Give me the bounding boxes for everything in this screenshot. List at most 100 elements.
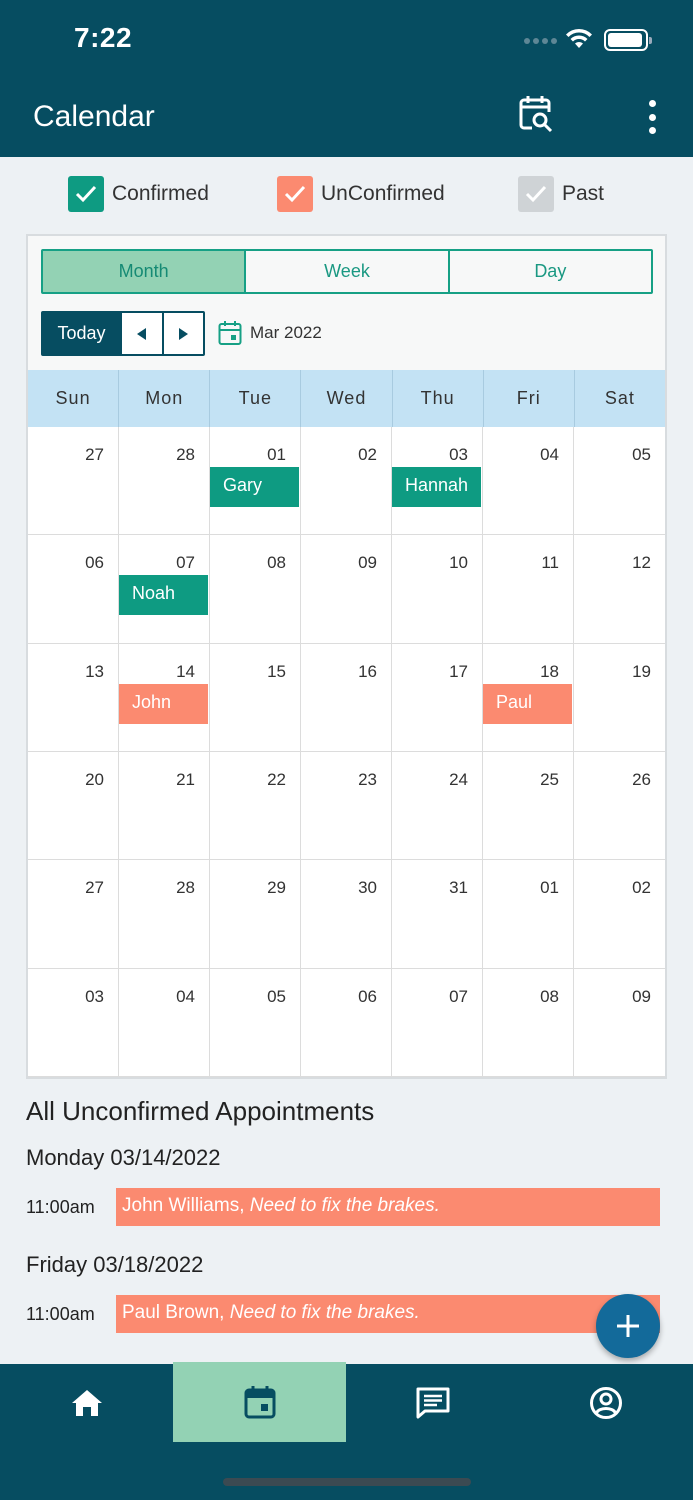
unconfirmed-section-title: All Unconfirmed Appointments <box>26 1096 375 1126</box>
calendar-icon <box>218 321 242 345</box>
checkbox-confirmed[interactable] <box>68 176 104 212</box>
prev-button[interactable] <box>120 313 162 354</box>
wifi-icon <box>566 28 592 48</box>
calendar-day-cell[interactable]: 08 <box>210 535 301 644</box>
legend-past[interactable]: Past <box>518 176 604 212</box>
status-time: 7:22 <box>74 22 133 53</box>
day-number: 04 <box>176 986 195 1006</box>
next-button[interactable] <box>161 313 203 354</box>
calendar-day-cell[interactable]: 16 <box>301 643 392 752</box>
checkbox-past[interactable] <box>518 176 554 212</box>
calendar-day-cell[interactable]: 01 <box>483 860 574 969</box>
day-number: 06 <box>358 986 377 1006</box>
calendar-day-cell[interactable]: 07 Noah <box>119 535 210 644</box>
calendar-day-cell[interactable]: 01 Gary <box>210 427 301 536</box>
calendar-day-cell[interactable]: 03 <box>28 968 119 1077</box>
tab-profile[interactable] <box>519 1364 692 1442</box>
legend-label: Past <box>562 182 605 205</box>
legend-unconfirmed[interactable]: UnConfirmed <box>277 176 445 212</box>
calendar-day-cell[interactable]: 22 <box>210 752 301 861</box>
day-number: 20 <box>85 770 104 789</box>
day-number: 05 <box>632 445 651 464</box>
calendar-day-cell[interactable]: 05 <box>574 427 665 536</box>
weekday-header: Sun Mon Tue Wed Thu Fri Sat <box>28 370 665 427</box>
calendar-event[interactable]: Noah <box>119 575 208 616</box>
view-switcher: Month Week Day <box>41 249 653 294</box>
calendar-day-cell[interactable]: 23 <box>301 752 392 861</box>
calendar-event[interactable]: Hannah <box>392 467 481 507</box>
calendar-day-cell[interactable]: 20 <box>28 752 119 861</box>
calendar-icon <box>244 1386 275 1419</box>
weekday-label: Tue <box>210 370 302 427</box>
calendar-day-cell[interactable]: 03 Hannah <box>392 427 483 536</box>
more-options-icon[interactable] <box>640 100 664 134</box>
calendar-event[interactable]: John <box>119 683 208 724</box>
chevron-left-icon <box>136 327 146 340</box>
calendar-day-cell[interactable]: 26 <box>574 752 665 861</box>
checkbox-unconfirmed[interactable] <box>277 176 313 212</box>
calendar-day-cell[interactable]: 13 <box>28 643 119 752</box>
calendar-day-cell[interactable]: 27 <box>28 860 119 969</box>
calendar-day-cell[interactable]: 06 <box>301 968 392 1077</box>
calendar-day-cell[interactable]: 21 <box>119 752 210 861</box>
calendar-day-cell[interactable]: 19 <box>574 644 665 752</box>
calendar-day-cell[interactable]: 31 <box>392 860 483 969</box>
day-number: 23 <box>358 770 377 789</box>
calendar-day-cell[interactable]: 27 <box>28 427 119 536</box>
month-picker[interactable]: Mar 2022 <box>218 320 322 346</box>
calendar-day-cell[interactable]: 28 <box>119 860 210 969</box>
day-number: 27 <box>85 445 104 464</box>
calendar-day-cell[interactable]: 04 <box>119 968 210 1077</box>
calendar-day-cell[interactable]: 18 Paul <box>483 643 574 752</box>
home-indicator <box>223 1478 471 1486</box>
calendar-day-cell[interactable]: 12 <box>574 535 665 644</box>
calendar-day-cell[interactable]: 09 <box>301 535 392 644</box>
calendar-day-cell[interactable]: 02 <box>301 427 392 536</box>
weekday-label: Mon <box>119 370 211 427</box>
page-title: Calendar <box>33 100 155 133</box>
calendar-day-cell[interactable]: 30 <box>301 860 392 969</box>
day-number: 29 <box>267 878 286 898</box>
tab-home[interactable] <box>0 1364 173 1442</box>
calendar-day-cell[interactable]: 08 <box>483 968 574 1077</box>
today-button[interactable]: Today <box>43 313 120 354</box>
tab-day[interactable]: Day <box>450 251 651 292</box>
add-appointment-button[interactable] <box>596 1294 660 1358</box>
legend-confirmed[interactable]: Confirmed <box>68 176 209 212</box>
calendar-event[interactable]: Paul <box>483 683 572 724</box>
weekday-label: Sat <box>604 388 635 408</box>
day-number: 28 <box>176 445 195 464</box>
day-number: 03 <box>449 445 468 464</box>
calendar-day-cell[interactable]: 05 <box>210 968 301 1077</box>
calendar-event[interactable]: Gary <box>210 467 299 507</box>
day-number: 28 <box>176 878 195 898</box>
calendar-day-cell[interactable]: 09 <box>574 969 665 1077</box>
calendar-day-cell[interactable]: 02 <box>574 860 665 969</box>
calendar-day-cell[interactable]: 14 John <box>119 643 210 752</box>
day-number: 30 <box>358 878 377 898</box>
calendar-search-icon[interactable] <box>518 94 556 134</box>
tab-week[interactable]: Week <box>246 251 450 292</box>
calendar-day-cell[interactable]: 29 <box>210 860 301 969</box>
calendar-day-cell[interactable]: 25 <box>483 752 574 861</box>
tab-month[interactable]: Month <box>43 251 247 292</box>
appointment-item[interactable]: Paul Brown, Need to fix the brakes. <box>116 1295 660 1333</box>
calendar-day-cell[interactable]: 15 <box>210 643 301 752</box>
calendar-day-cell[interactable]: 04 <box>483 427 574 536</box>
calendar-day-cell[interactable]: 24 <box>392 752 483 861</box>
calendar-day-cell[interactable]: 11 <box>483 535 574 644</box>
calendar-day-cell[interactable]: 07 <box>392 968 483 1077</box>
day-number: 09 <box>632 986 651 1006</box>
calendar-day-cell[interactable]: 28 <box>119 427 210 536</box>
calendar-day-cell[interactable]: 10 <box>392 535 483 644</box>
day-number: 31 <box>449 878 468 898</box>
calendar-day-cell[interactable]: 17 <box>392 643 483 752</box>
calendar-toolbar: Month Week Day Today Mar 2022 <box>28 236 665 370</box>
day-number: 05 <box>267 986 286 1006</box>
legend-label: UnConfirmed <box>321 182 445 205</box>
calendar-day-cell[interactable]: 06 <box>28 535 119 644</box>
tab-calendar[interactable] <box>173 1362 346 1442</box>
current-month: Mar 2022 <box>250 323 322 342</box>
appointment-item[interactable]: John Williams, Need to fix the brakes. <box>116 1188 660 1226</box>
tab-messages[interactable] <box>346 1364 519 1442</box>
